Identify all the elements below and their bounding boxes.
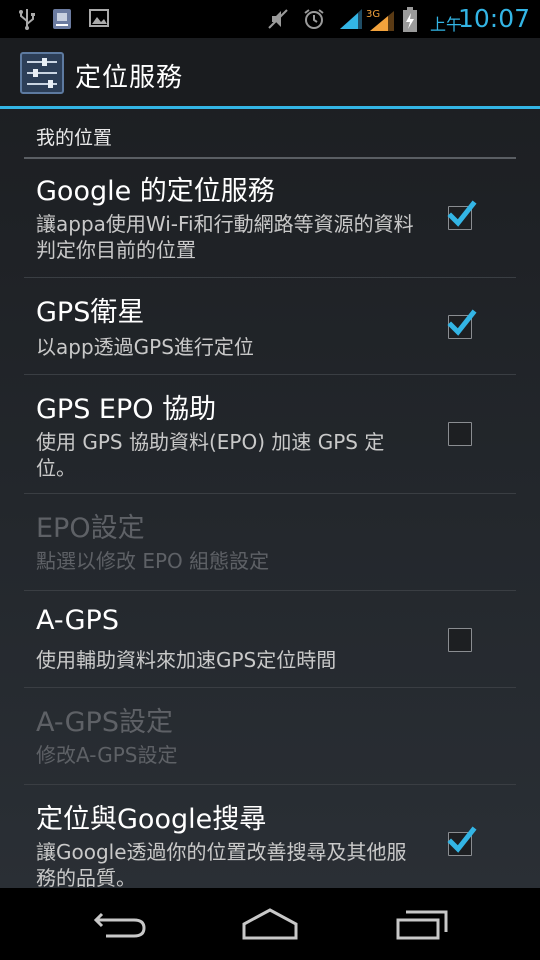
pref-gps-epo[interactable]: GPS EPO 協助 使用 GPS 協助資料(EPO) 加速 GPS 定位。 (24, 375, 516, 494)
image-icon (89, 9, 109, 27)
back-icon[interactable] (92, 906, 148, 942)
pref-title: GPS衛星 (36, 297, 145, 328)
home-icon[interactable] (240, 906, 300, 942)
pref-gps-satellites[interactable]: GPS衛星 以app透過GPS進行定位 (24, 278, 516, 375)
category-label: 我的位置 (36, 127, 113, 149)
checkbox-google-location[interactable] (447, 200, 477, 230)
checkbox-gps-epo[interactable] (448, 422, 472, 446)
alarm-icon (304, 9, 324, 29)
wifi-signal-icon (340, 9, 362, 29)
sim-toolkit-icon (53, 9, 71, 29)
pref-title: Google 的定位服務 (36, 176, 275, 207)
checkbox-location-google-search[interactable] (447, 826, 477, 856)
pref-summary: 讓appa使用Wi-Fi和行動網路等資源的資料判定你目前的位置 (36, 212, 414, 262)
navigation-bar (0, 888, 540, 960)
screen: 3G 上午 10:07 定位服務 我的位置 Google 的定位服務 讓appa… (0, 0, 540, 960)
checkbox-gps-satellites[interactable] (447, 309, 477, 339)
checkmark-icon (447, 200, 477, 227)
pref-title: EPO設定 (36, 513, 145, 544)
page-title: 定位服務 (75, 63, 184, 93)
pref-title: 定位與Google搜尋 (36, 804, 267, 835)
mute-icon (268, 9, 288, 29)
pref-summary: 以app透過GPS進行定位 (36, 335, 254, 359)
category-header: 我的位置 (24, 109, 516, 159)
pref-summary: 點選以修改 EPO 組態設定 (36, 549, 270, 573)
checkmark-icon (447, 309, 477, 336)
settings-sliders-icon[interactable] (20, 52, 64, 94)
status-bar: 3G 上午 10:07 (0, 0, 540, 38)
pref-summary: 使用輔助資料來加速GPS定位時間 (36, 648, 337, 672)
checkmark-icon (447, 826, 477, 853)
pref-a-gps-settings: A-GPS設定 修改A-GPS設定 (24, 688, 516, 785)
signal-3g-icon: 3G (366, 9, 394, 31)
usb-icon (19, 9, 35, 30)
pref-summary: 讓Google透過你的位置改善搜尋及其他服務的品質。 (36, 840, 407, 888)
pref-epo-settings: EPO設定 點選以修改 EPO 組態設定 (24, 494, 516, 591)
recent-apps-icon[interactable] (394, 906, 450, 942)
pref-summary: 修改A-GPS設定 (36, 743, 178, 767)
network-type-label: 3G (366, 9, 380, 20)
pref-summary: 使用 GPS 協助資料(EPO) 加速 GPS 定位。 (36, 430, 385, 480)
pref-google-location[interactable]: Google 的定位服務 讓appa使用Wi-Fi和行動網路等資源的資料判定你目… (24, 159, 516, 278)
pref-title: A-GPS (36, 605, 119, 636)
pref-location-google-search[interactable]: 定位與Google搜尋 讓Google透過你的位置改善搜尋及其他服務的品質。 (24, 785, 516, 888)
pref-title: A-GPS設定 (36, 707, 173, 738)
action-bar: 定位服務 (0, 38, 540, 107)
status-time: 10:07 (457, 4, 530, 33)
pref-a-gps[interactable]: A-GPS 使用輔助資料來加速GPS定位時間 (24, 591, 516, 688)
preferences-list[interactable]: 我的位置 Google 的定位服務 讓appa使用Wi-Fi和行動網路等資源的資… (0, 109, 540, 888)
battery-charging-icon (403, 7, 417, 32)
pref-title: GPS EPO 協助 (36, 394, 217, 425)
checkbox-a-gps[interactable] (448, 628, 472, 652)
